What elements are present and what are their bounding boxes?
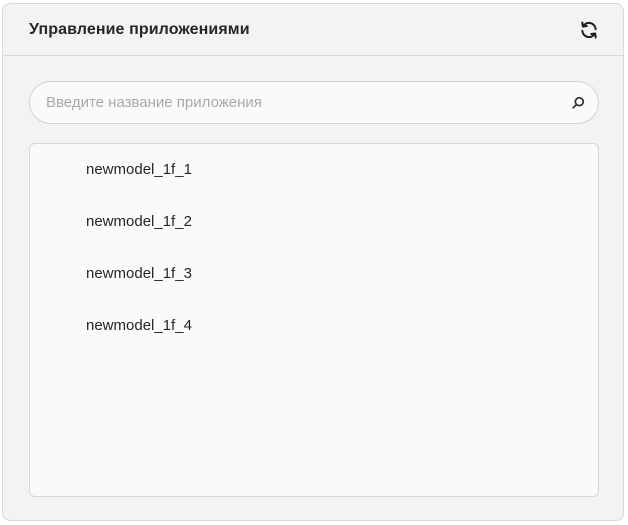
search-button[interactable]	[558, 82, 598, 123]
search-icon	[572, 96, 585, 109]
list-item[interactable]: newmodel_1f_3	[70, 248, 598, 300]
list-item[interactable]: newmodel_1f_1	[70, 144, 598, 196]
search-input[interactable]	[30, 82, 558, 123]
panel-header: Управление приложениями	[3, 4, 623, 56]
refresh-button[interactable]	[575, 16, 603, 44]
list-item[interactable]: newmodel_1f_2	[70, 196, 598, 248]
panel-title: Управление приложениями	[29, 20, 250, 38]
refresh-icon	[581, 21, 597, 38]
list-item[interactable]: newmodel_1f_4	[70, 300, 598, 352]
app-management-panel: Управление приложениями newmodel_1f_1 ne…	[2, 3, 624, 521]
search-box	[29, 81, 599, 124]
app-list: newmodel_1f_1 newmodel_1f_2 newmodel_1f_…	[29, 143, 599, 497]
